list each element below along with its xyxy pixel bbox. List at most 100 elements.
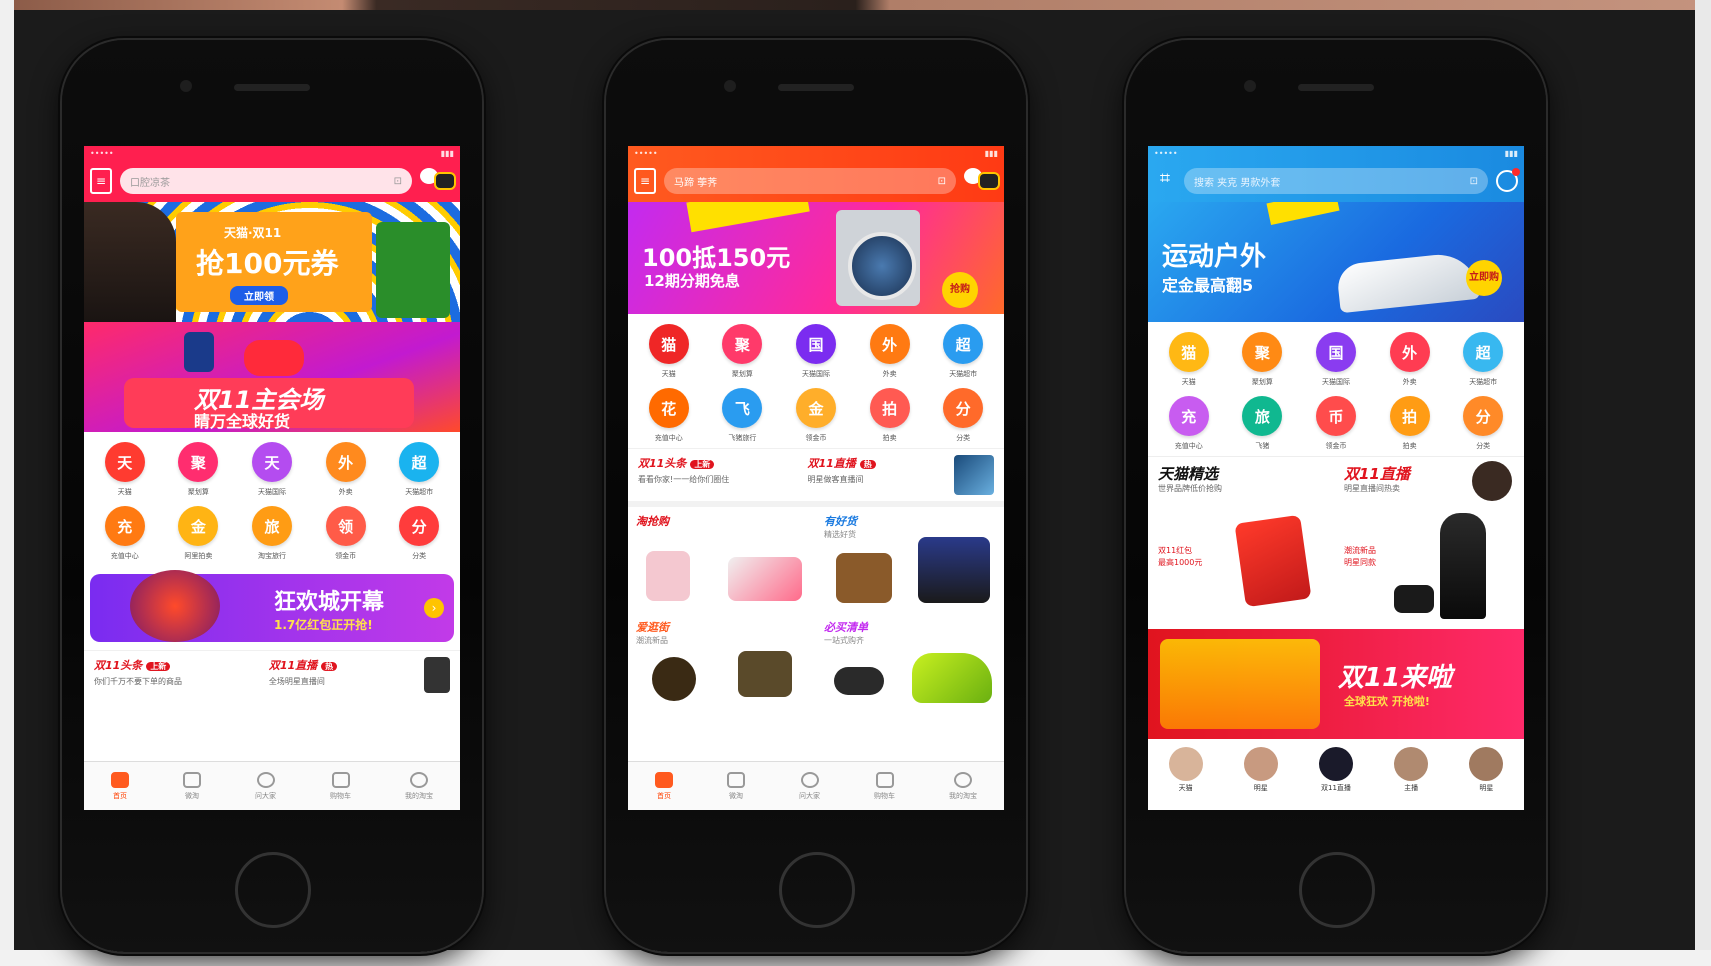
product-image[interactable] <box>836 553 892 603</box>
shortcut-label: 天猫国际 <box>801 370 830 378</box>
message-icon[interactable] <box>420 166 456 196</box>
bottom-banner-sub: 全球狂欢 开抢啦! <box>1344 695 1430 708</box>
person-item[interactable]: 主播 <box>1394 747 1429 793</box>
avatar <box>1318 747 1353 781</box>
shortcut-item[interactable]: 国天猫国际 <box>1299 332 1373 386</box>
shortcut-item[interactable]: 金领金币 <box>779 388 853 442</box>
top-banner[interactable]: 100抵150元 12期分期免息 抢购 <box>628 202 1004 314</box>
shortcut-item[interactable]: 花充值中心 <box>632 388 706 442</box>
bottom-banner[interactable]: 双11来啦 全球狂欢 开抢啦! <box>1148 629 1524 739</box>
shortcut-item[interactable]: 超天猫超市 <box>1446 332 1520 386</box>
top-banner[interactable]: 天猫·双11 抢100元券 立即领 <box>84 202 460 322</box>
person-item[interactable]: 明星 <box>1469 747 1504 793</box>
person-label: 明星 <box>1253 784 1268 792</box>
shortcut-item[interactable]: 分分类 <box>1446 396 1520 450</box>
chevron-right-icon[interactable]: › <box>424 598 444 618</box>
person-item[interactable]: 双11直播 <box>1318 747 1353 793</box>
section-title[interactable]: 有好货 <box>824 513 857 529</box>
product-image[interactable] <box>912 653 992 703</box>
scan-icon[interactable]: ⌗ <box>1154 168 1176 194</box>
shortcut-item[interactable]: 分分类 <box>382 506 456 560</box>
person-item[interactable]: 天猫 <box>1168 747 1203 793</box>
message-icon[interactable] <box>1496 168 1520 192</box>
shortcut-item[interactable]: 外外卖 <box>309 442 383 496</box>
shortcut-item[interactable]: 旅淘宝旅行 <box>235 506 309 560</box>
home-button[interactable] <box>235 852 311 928</box>
home-button[interactable] <box>1299 852 1375 928</box>
tab-ask[interactable]: 问大家 <box>255 771 276 801</box>
banner-badge[interactable]: 抢购 <box>942 272 978 308</box>
tab-ask[interactable]: 问大家 <box>799 771 820 801</box>
tab-label: 首页 <box>113 791 127 800</box>
product-image[interactable] <box>918 537 990 603</box>
person-item[interactable]: 明星 <box>1243 747 1278 793</box>
banner-button[interactable]: 立即领 <box>230 286 288 305</box>
tab-weitao[interactable]: 微淘 <box>183 771 201 801</box>
promo-grid: 天猫精选 世界品牌低价抢购 双11直播 明星直播间热卖 双11红包 最高1000… <box>1148 456 1524 629</box>
camera-icon[interactable]: ⊡ <box>938 176 946 187</box>
product-image[interactable] <box>728 557 802 601</box>
shortcut-item[interactable]: 猫天猫 <box>632 324 706 378</box>
shortcut-item[interactable]: 充充值中心 <box>1152 396 1226 450</box>
shortcut-label: 天猫超市 <box>405 488 434 496</box>
shortcut-item[interactable]: 天天猫 <box>88 442 162 496</box>
shortcut-item[interactable]: 飞飞猪旅行 <box>706 388 780 442</box>
shortcut-item[interactable]: 猫天猫 <box>1152 332 1226 386</box>
shortcut-item[interactable]: 充充值中心 <box>88 506 162 560</box>
shortcut-item[interactable]: 超天猫超市 <box>382 442 456 496</box>
tab-home[interactable]: 首页 <box>111 771 129 801</box>
camera-icon[interactable]: ⊡ <box>1470 176 1478 187</box>
shortcut-icon: 外 <box>1389 332 1430 372</box>
headline-item[interactable]: 双11直播热明星做客直播间 <box>807 455 876 495</box>
tab-home[interactable]: 首页 <box>655 771 673 801</box>
red-envelope-image[interactable] <box>1234 514 1312 608</box>
section-title[interactable]: 爱逛街 <box>636 619 669 635</box>
headline-item[interactable]: 双11头条 上新 看看你家!一一给你们圈住 <box>638 455 729 495</box>
search-input[interactable]: 搜索 夹克 男款外套 ⊡ <box>1184 168 1488 194</box>
shortcut-item[interactable]: 超天猫超市 <box>926 324 1000 378</box>
shortcut-item[interactable]: 拍拍卖 <box>1373 396 1447 450</box>
shortcut-item[interactable]: 聚聚划算 <box>162 442 236 496</box>
shortcut-item[interactable]: 分分类 <box>926 388 1000 442</box>
tab-mine[interactable]: 我的淘宝 <box>949 771 977 801</box>
promo-title[interactable]: 天猫精选 <box>1158 463 1218 484</box>
shortcut-item[interactable]: 国天猫国际 <box>779 324 853 378</box>
camera-icon[interactable]: ⊡ <box>394 176 402 187</box>
shortcut-item[interactable]: 聚聚划算 <box>706 324 780 378</box>
promo-sub[interactable]: 潮流新品 <box>1344 545 1376 556</box>
shortcut-item[interactable]: 金阿里拍卖 <box>162 506 236 560</box>
shortcut-item[interactable]: 拍拍卖 <box>853 388 927 442</box>
section-title[interactable]: 淘抢购 <box>636 513 669 529</box>
promo-sub[interactable]: 双11红包 <box>1158 545 1192 556</box>
tab-cart[interactable]: 购物车 <box>330 771 351 801</box>
home-button[interactable] <box>779 852 855 928</box>
product-image[interactable] <box>652 657 696 701</box>
product-image[interactable] <box>834 667 884 695</box>
tab-mine[interactable]: 我的淘宝 <box>405 771 433 801</box>
shortcut-item[interactable]: 聚聚划算 <box>1226 332 1300 386</box>
shortcut-item[interactable]: 天天猫国际 <box>235 442 309 496</box>
tab-cart[interactable]: 购物车 <box>874 771 895 801</box>
product-image[interactable] <box>646 551 690 601</box>
promo-title[interactable]: 双11直播 <box>1344 463 1410 484</box>
headline-item[interactable]: 双11直播热全场明星直播间 <box>269 657 338 693</box>
product-image[interactable] <box>738 651 792 697</box>
main-venue-banner[interactable]: 双11主会场 睛万全球好货 <box>84 322 460 432</box>
sneaker-product <box>1335 250 1481 314</box>
menu-icon[interactable]: ≡ <box>634 168 656 194</box>
top-banner[interactable]: 运动户外 定金最高翻5 立即购 <box>1148 202 1524 322</box>
search-input[interactable]: 马蹄 荸荠 ⊡ <box>664 168 956 194</box>
shortcut-item[interactable]: 外外卖 <box>1373 332 1447 386</box>
section-title[interactable]: 必买清单 <box>824 619 868 635</box>
shortcut-item[interactable]: 旅飞猪 <box>1226 396 1300 450</box>
tab-weitao[interactable]: 微淘 <box>727 771 745 801</box>
search-input[interactable]: 口腔凉茶 ⊡ <box>120 168 412 194</box>
message-icon[interactable] <box>964 166 1000 196</box>
shortcut-item[interactable]: 领领金币 <box>309 506 383 560</box>
banner-badge[interactable]: 立即购 <box>1466 260 1502 296</box>
carnival-banner[interactable]: 狂欢城开幕 1.7亿红包正开抢! › <box>90 570 454 642</box>
shortcut-item[interactable]: 外外卖 <box>853 324 927 378</box>
menu-icon[interactable]: ≡ <box>90 168 112 194</box>
headline-item[interactable]: 双11头条 上新 你们千万不要下单的商品 <box>94 657 182 693</box>
shortcut-item[interactable]: 币领金币 <box>1299 396 1373 450</box>
